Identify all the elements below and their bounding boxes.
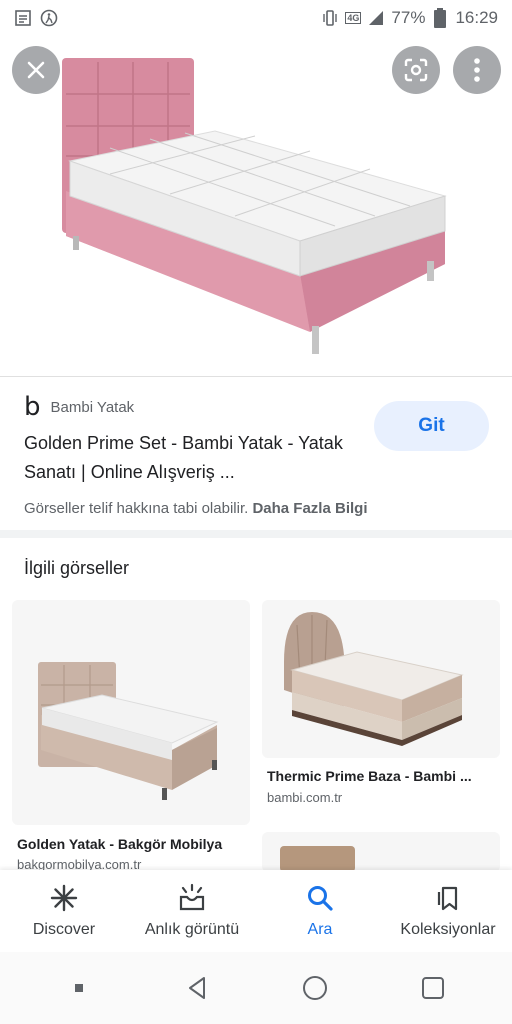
- back-triangle-icon: [189, 977, 205, 999]
- visit-button[interactable]: Git: [374, 401, 489, 451]
- related-card-2[interactable]: Thermic Prime Baza - Bambi ... bambi.com…: [262, 600, 500, 825]
- more-vert-icon: [474, 58, 480, 82]
- hero-image[interactable]: [0, 36, 512, 376]
- nav-discover[interactable]: Discover: [0, 870, 128, 952]
- network-type: 4G: [345, 12, 362, 24]
- asterisk-icon: [49, 883, 79, 913]
- home-circle-icon: [303, 976, 327, 1000]
- back-button[interactable]: [177, 968, 217, 1008]
- close-button[interactable]: [12, 46, 60, 94]
- nav-snapshot-label: Anlık görüntü: [144, 921, 240, 938]
- result-title[interactable]: Golden Prime Set - Bambi Yatak - Yatak S…: [24, 429, 354, 487]
- site-name: Bambi Yatak: [50, 398, 135, 416]
- site-logo: b: [24, 392, 41, 422]
- home-button[interactable]: [295, 968, 335, 1008]
- bed-illustration: [62, 58, 447, 354]
- related-title-1: Golden Yatak - Bakgör Mobilya: [17, 836, 223, 852]
- bed-thumbnail: [38, 662, 219, 800]
- bottom-navigation: Discover Anlık görüntü Ara Koleksiyonlar: [0, 870, 512, 952]
- system-navigation: [0, 952, 512, 1024]
- recents-dot-button[interactable]: [59, 968, 99, 1008]
- related-heading: İlgili görseller: [24, 558, 130, 578]
- lens-icon: [404, 58, 428, 82]
- related-title-2: Thermic Prime Baza - Bambi ...: [267, 768, 472, 784]
- snapshot-icon: [177, 883, 207, 913]
- copyright-text: Görseller telif hakkına tabi olabilir.: [24, 500, 249, 517]
- recents-square-icon: [422, 977, 444, 999]
- battery-icon: [431, 8, 449, 28]
- recents-button[interactable]: [413, 968, 453, 1008]
- copyright-notice: Görseller telif hakkına tabi olabilir. D…: [24, 500, 367, 517]
- close-icon: [27, 61, 45, 79]
- source-panel: b Bambi Yatak Golden Prime Set - Bambi Y…: [0, 376, 512, 526]
- clock: 16:29: [455, 8, 498, 27]
- source-site[interactable]: b Bambi Yatak: [24, 392, 135, 422]
- signal-icon: [367, 9, 385, 27]
- nav-search[interactable]: Ara: [256, 870, 384, 952]
- bed-thumbnail: [280, 846, 355, 872]
- square-dot-icon: [75, 984, 83, 992]
- search-icon: [305, 883, 335, 913]
- related-image-2[interactable]: [262, 600, 500, 758]
- related-card-3[interactable]: [262, 832, 500, 872]
- more-options-button[interactable]: [453, 46, 501, 94]
- nav-discover-label: Discover: [32, 921, 96, 938]
- related-image-1[interactable]: [12, 600, 250, 825]
- nav-snapshot[interactable]: Anlık görüntü: [128, 870, 256, 952]
- bed-thumbnail: [284, 612, 464, 746]
- nav-collections-label: Koleksiyonlar: [400, 921, 496, 938]
- lens-button[interactable]: [392, 46, 440, 94]
- status-bar: 4G 77% 16:29: [0, 0, 512, 36]
- news-icon: [14, 9, 32, 27]
- nav-collections[interactable]: Koleksiyonlar: [384, 870, 512, 952]
- related-image-3[interactable]: [262, 832, 500, 872]
- accessibility-icon: [40, 9, 58, 27]
- battery-percent: 77%: [391, 8, 426, 27]
- related-card-1[interactable]: Golden Yatak - Bakgör Mobilya bakgormobi…: [12, 600, 250, 872]
- section-divider: [0, 530, 512, 538]
- nav-search-label: Ara: [307, 921, 333, 938]
- related-source-2: bambi.com.tr: [267, 790, 343, 805]
- vibrate-icon: [321, 9, 339, 27]
- more-info-link[interactable]: Daha Fazla Bilgi: [252, 500, 367, 517]
- collections-icon: [433, 883, 463, 913]
